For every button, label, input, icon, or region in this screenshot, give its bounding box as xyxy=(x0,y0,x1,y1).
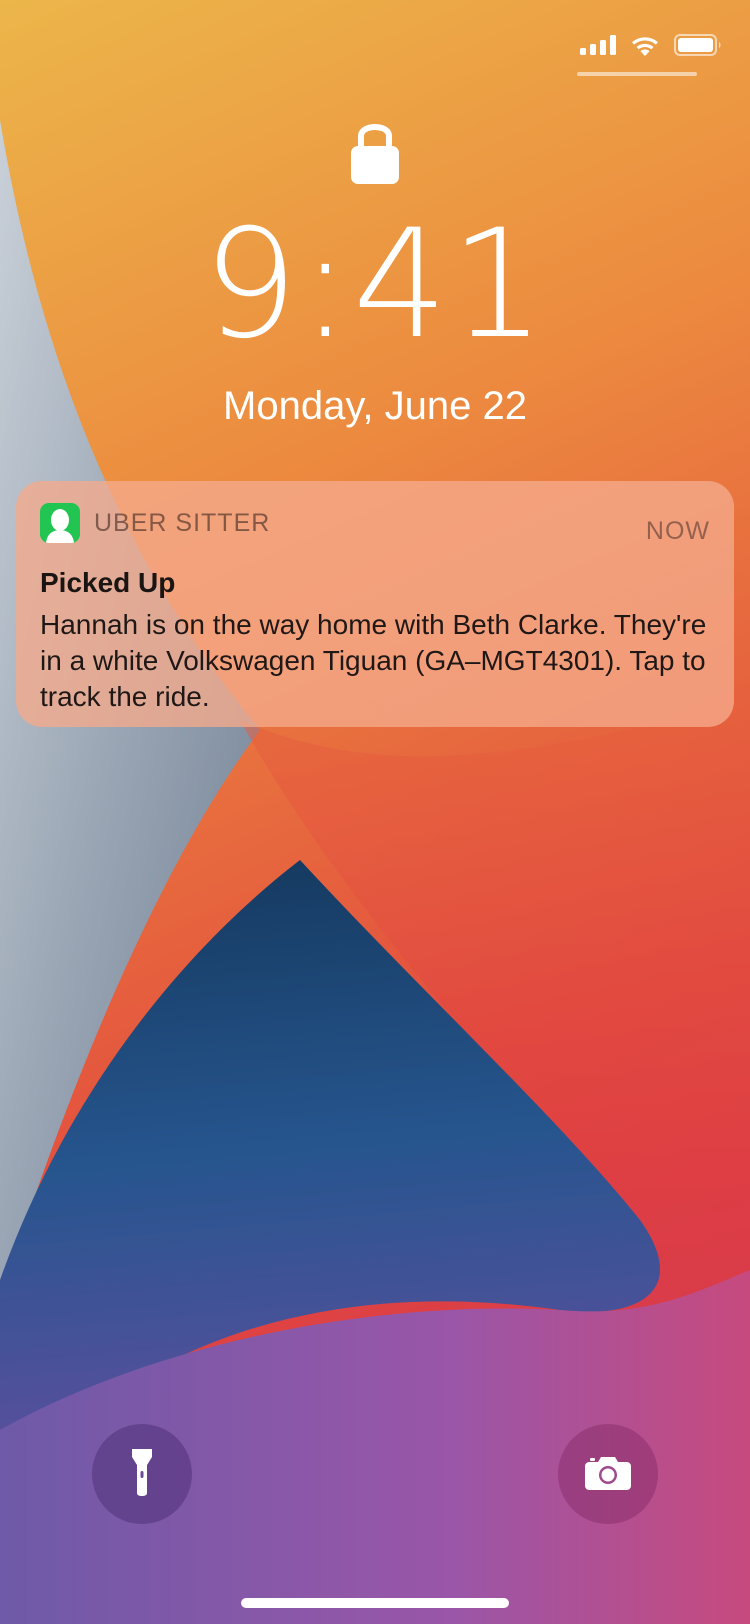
signal-icon xyxy=(580,35,616,55)
status-bar xyxy=(580,34,722,56)
flashlight-button[interactable] xyxy=(92,1424,192,1524)
lock-icon xyxy=(351,116,399,186)
clock-time: 9:41 xyxy=(202,198,548,372)
notification-title: Picked Up xyxy=(40,567,176,598)
camera-icon xyxy=(585,1454,631,1495)
notification-time: NOW xyxy=(645,517,710,545)
notification-body: Hannah is on the way home with Beth Clar… xyxy=(40,609,707,712)
home-indicator[interactable] xyxy=(241,1598,509,1608)
wifi-icon xyxy=(630,34,660,56)
camera-button[interactable] xyxy=(558,1424,658,1524)
notification-app-name: UBER SITTER xyxy=(94,508,271,537)
clock-date: Monday, June 22 xyxy=(223,384,527,428)
notification-header: UBER SITTER NOW xyxy=(40,503,710,545)
flashlight-icon xyxy=(130,1447,154,1502)
status-indicator-line xyxy=(577,72,697,76)
notification-card[interactable]: UBER SITTER NOW Picked Up Hannah is on t… xyxy=(16,481,734,727)
battery-icon xyxy=(674,34,722,56)
person-icon xyxy=(40,503,80,543)
